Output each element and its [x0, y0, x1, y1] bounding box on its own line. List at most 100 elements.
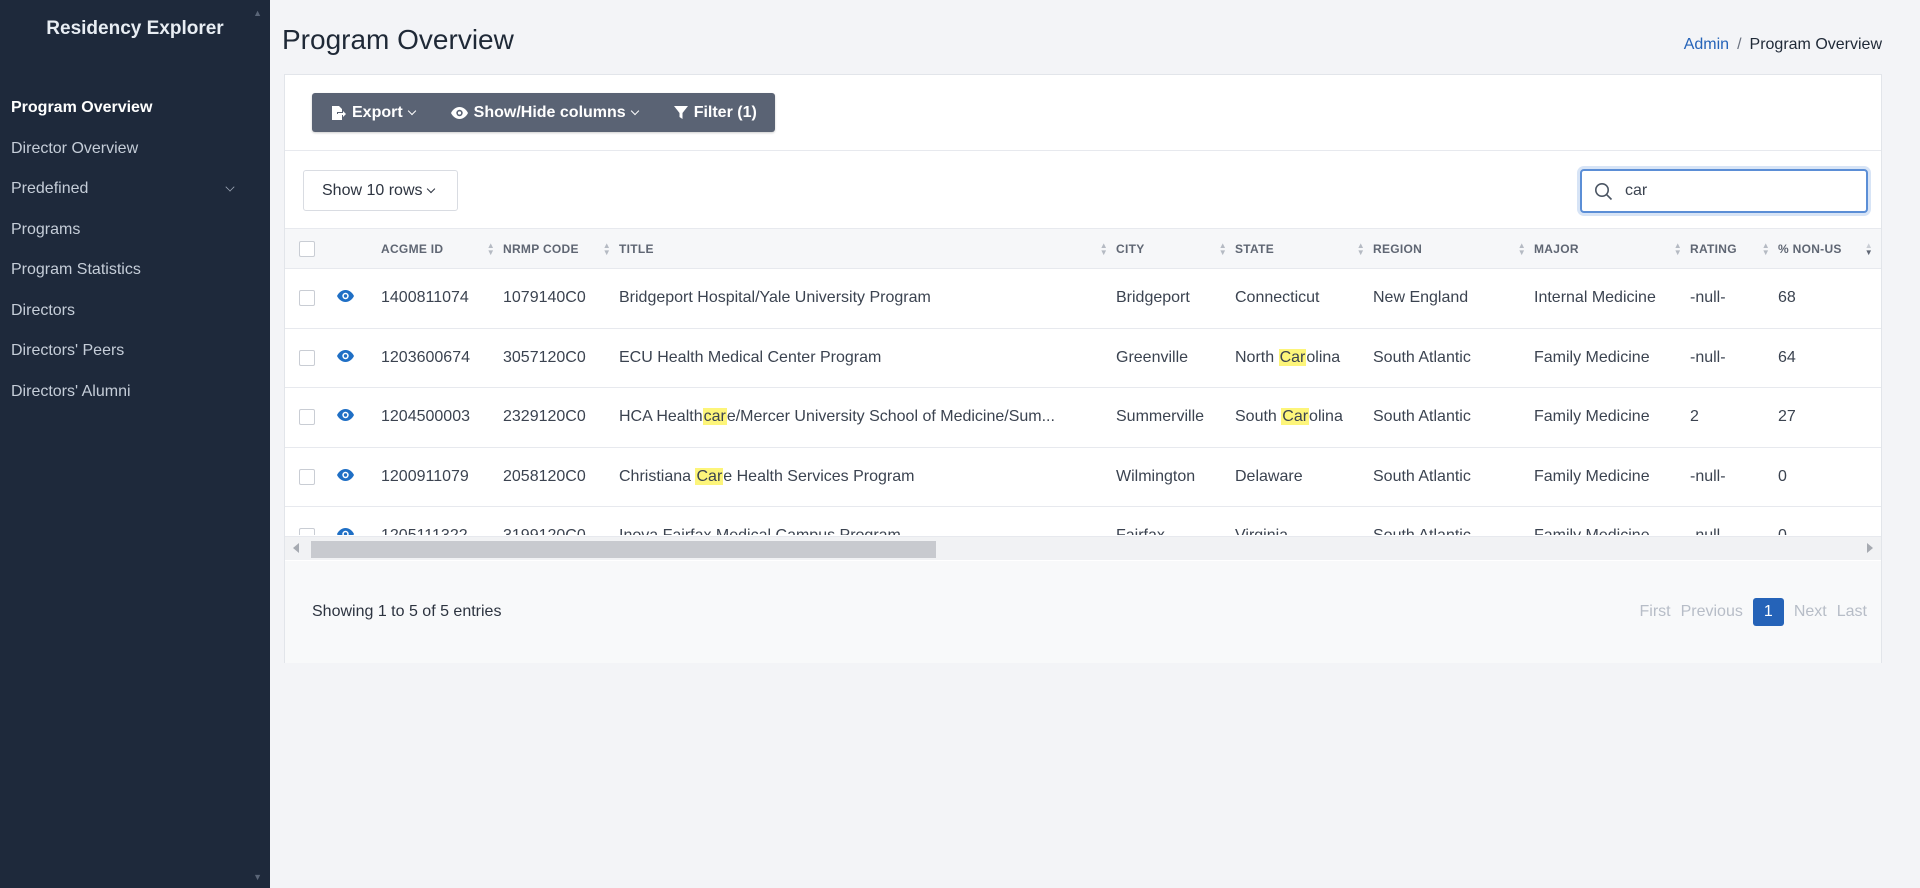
- title-text: ECU Health Medical Center Program: [619, 348, 882, 366]
- cell-region: South Atlantic: [1373, 467, 1471, 485]
- row-select-cell: [285, 269, 331, 329]
- eye-icon[interactable]: [337, 528, 354, 535]
- search-box: [1580, 169, 1868, 213]
- eye-icon[interactable]: [337, 468, 354, 481]
- pagination-last[interactable]: Last: [1837, 603, 1867, 621]
- column-header-rating[interactable]: RATING ▲ ▼: [1690, 228, 1778, 269]
- eye-icon[interactable]: [337, 349, 354, 362]
- column-header-nrmp-code[interactable]: NRMP CODE ▲ ▼: [503, 228, 619, 269]
- table-row[interactable]: 1400811074 1079140C0 Bridgeport Hospital/Y…: [285, 269, 1881, 329]
- breadcrumb-admin-link[interactable]: Admin: [1684, 36, 1729, 53]
- table-row[interactable]: 12051113223199120C0Inova Fairfax Medical…: [285, 507, 1881, 535]
- cell-acgme-id: 1400811074: [381, 289, 469, 307]
- scrollbar-thumb[interactable]: [311, 541, 936, 558]
- table-toolbar: Export Show/Hide columns Filter (1): [285, 75, 1881, 151]
- column-header-label: TITLE: [619, 241, 654, 256]
- search-input[interactable]: [1625, 182, 1845, 200]
- rows-per-page-label: Show 10 rows: [322, 181, 423, 199]
- row-select-cell: [285, 507, 331, 535]
- column-header-title[interactable]: TITLE ▲ ▼: [619, 228, 1116, 269]
- sidebar-item-program-statistics[interactable]: Program Statistics: [0, 250, 270, 291]
- eye-icon[interactable]: [337, 409, 354, 422]
- cell-title: HCA Healthcare/Mercer University School …: [619, 388, 1116, 448]
- cell-non-us: 27: [1778, 408, 1796, 426]
- table-row[interactable]: 1203600674 3057120C0 ECU Health Medical Ce…: [285, 328, 1881, 388]
- toolbar-button-group: Export Show/Hide columns Filter (1): [312, 93, 775, 132]
- cell-state: Connecticut: [1235, 269, 1373, 329]
- pagination-page-current[interactable]: 1: [1752, 598, 1784, 626]
- sidebar-item-directors-peers[interactable]: Directors' Peers: [0, 331, 270, 372]
- search-highlight: car: [702, 408, 727, 426]
- eye-icon[interactable]: [337, 290, 354, 303]
- cell-major: Family Medicine: [1534, 408, 1650, 426]
- sidebar-item-director-overview[interactable]: Director Overview: [0, 129, 270, 170]
- title-text: Bridgeport Hospital/Yale University Prog…: [619, 289, 931, 307]
- title-text: e Health Services Program: [723, 467, 915, 485]
- show-hide-columns-label: Show/Hide columns: [473, 103, 626, 121]
- programs-table: ACGME ID ▲ ▼ NRMP CODE ▲ ▼ TITLE ▲ ▼ CITY ▲ ▼ ST…: [285, 228, 1881, 535]
- pagination-first[interactable]: First: [1639, 603, 1670, 621]
- row-checkbox[interactable]: [299, 349, 315, 366]
- sidebar-item-directors-alumni[interactable]: Directors' Alumni: [0, 372, 270, 413]
- cell-acgme-id: 1200911079: [381, 467, 469, 485]
- column-header-state[interactable]: STATE ▲ ▼: [1235, 228, 1373, 269]
- cell-acgme-id: 1203600674: [381, 348, 470, 366]
- cell-major: Internal Medicine: [1534, 289, 1656, 307]
- sort-icon: ▲ ▼: [1673, 241, 1682, 257]
- cell-major: Family Medicine: [1534, 507, 1690, 535]
- cell-rating: 2: [1690, 408, 1699, 426]
- filter-label: Filter (1): [693, 103, 757, 121]
- state-text: Virginia: [1235, 527, 1288, 535]
- select-all-checkbox[interactable]: [299, 240, 315, 257]
- cell-rating: -null-: [1690, 507, 1778, 535]
- title-text: HCA Health: [619, 408, 703, 426]
- row-select-cell: [285, 328, 331, 388]
- cell-non-us: 0: [1778, 507, 1881, 535]
- cell-city: Wilmington: [1116, 467, 1196, 485]
- table-row[interactable]: 1200911079 2058120C0 Christiana Care Healt…: [285, 447, 1881, 507]
- column-header-city[interactable]: CITY ▲ ▼: [1116, 228, 1235, 269]
- breadcrumb-current: Program Overview: [1749, 36, 1882, 53]
- sidebar-item-program-overview[interactable]: Program Overview: [0, 88, 270, 129]
- row-view-cell: [331, 328, 381, 388]
- row-checkbox[interactable]: [299, 528, 315, 535]
- row-checkbox[interactable]: [299, 409, 315, 426]
- entries-info: Showing 1 to 5 of 5 entries: [312, 603, 502, 620]
- column-header-major[interactable]: MAJOR ▲ ▼: [1534, 228, 1690, 269]
- horizontal-scrollbar[interactable]: [285, 536, 1881, 560]
- cell-title: ECU Health Medical Center Program: [619, 328, 1116, 388]
- sidebar-item-directors[interactable]: Directors: [0, 291, 270, 332]
- row-checkbox[interactable]: [299, 290, 315, 307]
- filter-icon: [673, 105, 688, 120]
- cell-region: South Atlantic: [1373, 408, 1471, 426]
- cell-nrmp-code: 3057120C0: [503, 348, 586, 366]
- column-header-region[interactable]: REGION ▲ ▼: [1373, 228, 1534, 269]
- sidebar-item-programs[interactable]: Programs: [0, 210, 270, 251]
- rows-per-page-select[interactable]: Show 10 rows: [303, 170, 458, 211]
- show-hide-columns-button[interactable]: Show/Hide columns: [433, 93, 656, 132]
- title-text: Inova Fairfax Medical Campus Program: [619, 527, 901, 535]
- cell-city: Bridgeport: [1116, 289, 1190, 307]
- pagination-next[interactable]: Next: [1794, 603, 1827, 621]
- sidebar-item-label: Director Overview: [11, 139, 139, 157]
- cell-state: North Carolina: [1235, 328, 1373, 388]
- row-select-cell: [285, 388, 331, 448]
- scroll-left-icon[interactable]: [293, 543, 299, 553]
- search-icon: [1594, 182, 1613, 201]
- cell-non-us: 68: [1778, 289, 1796, 307]
- column-header-acgme-id[interactable]: ACGME ID ▲ ▼: [381, 228, 503, 269]
- scroll-right-icon[interactable]: [1867, 543, 1873, 553]
- sidebar-scroll-down-icon[interactable]: ▼: [253, 872, 262, 882]
- filter-button[interactable]: Filter (1): [656, 93, 775, 132]
- cell-non-us: 0: [1778, 467, 1787, 485]
- table-row[interactable]: 1204500003 2329120C0 HCA Healthcare/Mercer…: [285, 388, 1881, 448]
- sidebar-item-predefined[interactable]: Predefined: [0, 169, 270, 210]
- row-checkbox[interactable]: [299, 468, 315, 485]
- export-button[interactable]: Export: [312, 93, 433, 132]
- sidebar-scroll-up-icon[interactable]: ▲: [253, 8, 262, 18]
- cell-title: Christiana Care Health Services Program: [619, 447, 1116, 507]
- sidebar-item-label: Predefined: [11, 180, 89, 198]
- column-header-non-us[interactable]: % NON-US ▲ ▼: [1778, 228, 1881, 269]
- pagination-previous[interactable]: Previous: [1681, 603, 1743, 621]
- cell-nrmp-code: 3199120C0: [503, 507, 619, 535]
